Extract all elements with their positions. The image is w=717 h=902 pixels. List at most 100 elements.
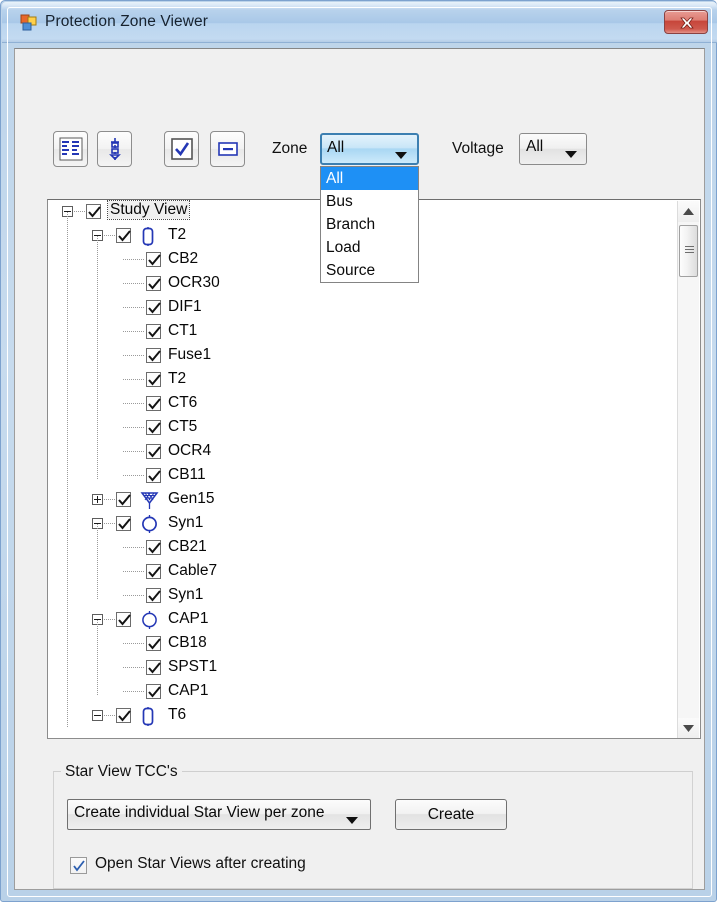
tree-node-checkbox[interactable] (146, 300, 161, 315)
tree-guide-line (97, 236, 98, 480)
tree-node-checkbox[interactable] (146, 588, 161, 603)
show-tree-view-button[interactable] (97, 131, 132, 167)
tree-connector-line (123, 667, 145, 668)
tree-node-checkbox[interactable] (146, 684, 161, 699)
tree-row[interactable]: Syn1 (48, 512, 678, 536)
zone-filter-dropdown-list[interactable]: AllBusBranchLoadSource (320, 166, 419, 283)
tree-connector-line (104, 715, 115, 716)
tree-node-label: CAP1 (168, 610, 209, 628)
tree-connector-line (123, 379, 145, 380)
tree-row[interactable]: Gen15 (48, 488, 678, 512)
tree-row[interactable]: Syn1 (48, 584, 678, 608)
check-all-button[interactable] (164, 131, 199, 167)
transformer-icon (140, 707, 156, 726)
chevron-down-icon (346, 812, 358, 830)
tree-connector-line (123, 427, 145, 428)
tree-connector-line (123, 643, 145, 644)
checkmark-icon (148, 542, 161, 555)
zone-option-load[interactable]: Load (321, 236, 418, 259)
tree-connector-line (123, 451, 145, 452)
checkmark-icon (148, 254, 161, 267)
tree-node-checkbox[interactable] (146, 636, 161, 651)
voltage-filter-combobox[interactable]: All (519, 133, 587, 165)
collapse-all-button[interactable] (210, 131, 245, 167)
tree-expander-minus-icon[interactable] (92, 710, 103, 721)
tree-node-checkbox[interactable] (116, 612, 131, 627)
tree-node-label: Study View (108, 201, 189, 219)
close-button[interactable] (664, 10, 708, 34)
tree-node-checkbox[interactable] (146, 420, 161, 435)
triangle-up-icon (683, 208, 694, 215)
checkmark-icon (118, 230, 131, 243)
tree-node-label: CB11 (168, 466, 206, 484)
tree-connector-line (104, 499, 115, 500)
tree-row[interactable]: SPST1 (48, 656, 678, 680)
tree-node-checkbox[interactable] (146, 444, 161, 459)
list-view-icon (59, 137, 83, 161)
checkmark-icon (118, 614, 131, 627)
tree-diagram-icon (103, 137, 127, 161)
tree-node-label: Cable7 (168, 562, 217, 580)
tree-row[interactable]: CAP1 (48, 680, 678, 704)
tree-row[interactable]: DIF1 (48, 296, 678, 320)
star-view-mode-value: Create individual Star View per zone (74, 804, 324, 822)
checkmark-icon (118, 518, 131, 531)
tree-node-checkbox[interactable] (146, 372, 161, 387)
scroll-thumb[interactable] (679, 225, 698, 277)
tree-guide-line (67, 212, 68, 728)
tree-expander-plus-icon[interactable] (92, 494, 103, 505)
open-star-views-checkbox[interactable] (70, 857, 87, 874)
zone-option-branch[interactable]: Branch (321, 213, 418, 236)
tree-node-label: T2 (168, 226, 186, 244)
tree-connector-line (123, 307, 145, 308)
tree-row[interactable]: T2 (48, 368, 678, 392)
tree-node-label: T2 (168, 370, 186, 388)
tree-row[interactable]: T6 (48, 704, 678, 728)
synchronous-machine-icon (140, 515, 159, 534)
tree-node-checkbox[interactable] (116, 228, 131, 243)
tree-node-checkbox[interactable] (146, 396, 161, 411)
tree-node-checkbox[interactable] (116, 516, 131, 531)
checkmark-icon (148, 398, 161, 411)
tree-node-checkbox[interactable] (146, 276, 161, 291)
tree-node-checkbox[interactable] (146, 324, 161, 339)
tree-row[interactable]: Cable7 (48, 560, 678, 584)
tree-node-checkbox[interactable] (146, 660, 161, 675)
zone-filter-label: Zone (272, 140, 307, 158)
tree-node-checkbox[interactable] (116, 708, 131, 723)
tree-connector-line (74, 211, 85, 212)
checkmark-icon (148, 350, 161, 363)
tree-node-checkbox[interactable] (146, 348, 161, 363)
checkmark-icon (148, 470, 161, 483)
tree-row[interactable]: OCR4 (48, 440, 678, 464)
tree-row[interactable]: CB18 (48, 632, 678, 656)
tree-node-checkbox[interactable] (116, 492, 131, 507)
tree-row[interactable]: CT6 (48, 392, 678, 416)
triangle-down-icon (683, 725, 694, 732)
zone-filter-value: All (327, 139, 344, 157)
tree-vertical-scrollbar[interactable] (677, 201, 699, 739)
tree-row[interactable]: CB11 (48, 464, 678, 488)
zone-filter-combobox[interactable]: All (320, 133, 419, 165)
tree-row[interactable]: CT5 (48, 416, 678, 440)
star-view-mode-combobox[interactable]: Create individual Star View per zone (67, 799, 371, 830)
zone-option-source[interactable]: Source (321, 259, 418, 282)
scroll-down-button[interactable] (678, 718, 699, 739)
tree-row[interactable]: Fuse1 (48, 344, 678, 368)
tree-row[interactable]: CAP1 (48, 608, 678, 632)
tree-node-checkbox[interactable] (146, 252, 161, 267)
zone-option-bus[interactable]: Bus (321, 190, 418, 213)
create-button[interactable]: Create (395, 799, 507, 830)
show-list-view-button[interactable] (53, 131, 88, 167)
zone-option-all[interactable]: All (321, 167, 418, 190)
tree-node-checkbox[interactable] (146, 540, 161, 555)
scroll-up-button[interactable] (678, 201, 699, 222)
tree-row[interactable]: CT1 (48, 320, 678, 344)
checkmark-icon (148, 638, 161, 651)
tree-node-checkbox[interactable] (146, 468, 161, 483)
tree-row[interactable]: CB21 (48, 536, 678, 560)
tree-connector-line (123, 331, 145, 332)
tree-node-checkbox[interactable] (86, 204, 101, 219)
tree-node-checkbox[interactable] (146, 564, 161, 579)
checkmark-icon (148, 686, 161, 699)
